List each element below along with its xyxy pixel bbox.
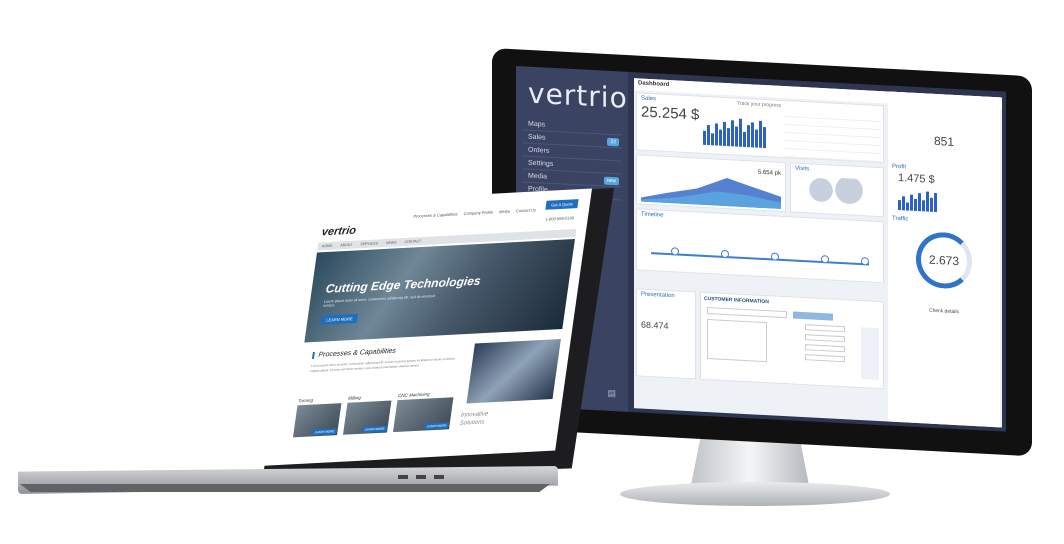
- capability-button[interactable]: LEARN MORE: [312, 428, 337, 436]
- menu-home[interactable]: HOME: [322, 244, 333, 249]
- sales-panel: Sales 25.254 $ Track your progress: [636, 92, 884, 164]
- visits-value: 5.654 pk: [757, 169, 781, 177]
- timeline-point[interactable]: [771, 252, 779, 261]
- dashboard-logo: vertrio: [528, 76, 628, 115]
- topnav-contact[interactable]: Contact Us: [516, 207, 536, 213]
- sales-badge: 22: [607, 137, 619, 147]
- section-text: Lorem ipsum dolor sit amet, consectetur …: [309, 356, 455, 374]
- timeline-point[interactable]: [721, 249, 729, 259]
- timeline-panel: Timeline: [636, 208, 884, 284]
- capability-card[interactable]: Turning LEARN MORE: [292, 396, 342, 438]
- monitor-stand-base: [620, 482, 890, 506]
- capability-button[interactable]: LEARN MORE: [362, 425, 387, 433]
- hero-banner: Cutting Edge Technologies Lorem ipsum do…: [304, 239, 575, 343]
- visits-area-chart: [641, 178, 781, 209]
- customer-card: [707, 319, 767, 363]
- dashboard-right-column: 851 Profit 1.475 $ Traffic 2.673 Check d…: [888, 91, 1000, 428]
- capability-image: LEARN MORE: [292, 403, 342, 438]
- world-map-panel: Visits: [790, 162, 884, 218]
- hero-subtitle: Lorem ipsum dolor sit amet, consectetur …: [323, 293, 436, 308]
- visits-chart-panel: 5.654 pk: [636, 154, 786, 213]
- get-quote-button[interactable]: Get A Quote: [545, 199, 579, 210]
- customer-field[interactable]: [805, 354, 845, 363]
- capability-card[interactable]: Milling LEARN MORE: [342, 394, 392, 435]
- customer-field[interactable]: [805, 334, 845, 343]
- presentation-panel: Presentation 68.474: [636, 288, 696, 380]
- traffic-donut: 2.673: [916, 230, 972, 290]
- timeline-point[interactable]: [821, 254, 829, 264]
- hero-learn-more-button[interactable]: LEARN MORE: [320, 313, 359, 325]
- laptop-website: vertrio Processes & Capabilities Company…: [259, 188, 592, 466]
- customer-search-button[interactable]: [793, 311, 833, 321]
- site-top-nav: Processes & Capabilities Company Profile…: [413, 207, 536, 218]
- laptop-foot: [20, 484, 550, 492]
- check-details-label[interactable]: Check details: [888, 305, 1000, 317]
- customer-field[interactable]: [805, 324, 845, 333]
- laptop-ports: [398, 475, 444, 479]
- menu-services[interactable]: SERVICES: [360, 241, 378, 246]
- capability-label: Milling: [347, 395, 362, 401]
- capability-card[interactable]: CNC Machining LEARN MORE: [392, 390, 454, 433]
- innovative-solutions-label: Innovative Solutions: [459, 411, 489, 427]
- menu-contact[interactable]: CONTACT: [404, 239, 421, 244]
- menu-about[interactable]: ABOUT: [340, 243, 353, 248]
- timeline-point[interactable]: [861, 257, 869, 266]
- menu-news[interactable]: NEWS: [386, 240, 397, 245]
- timeline-point[interactable]: [671, 247, 679, 256]
- media-badge: new: [603, 176, 619, 186]
- topnav-processes[interactable]: Processes & Capabilities: [413, 211, 458, 218]
- site-phone: 1-800-555-0199: [545, 215, 575, 222]
- timeline-track: [651, 252, 869, 266]
- presentation-value: 68.474: [641, 319, 669, 331]
- traffic-value: 2.673: [928, 252, 960, 269]
- section-title: Processes & Capabilities: [311, 347, 397, 360]
- social-value: 851: [933, 133, 955, 149]
- customer-search-input[interactable]: [707, 307, 787, 319]
- site-logo[interactable]: vertrio: [321, 225, 357, 239]
- capability-image: LEARN MORE: [392, 397, 454, 433]
- traffic-title: Traffic: [892, 215, 909, 223]
- customer-field[interactable]: [805, 344, 845, 353]
- customer-action-column: [861, 327, 879, 381]
- world-map: [797, 175, 877, 206]
- sales-bar-chart: [703, 115, 766, 149]
- hero-title: Cutting Edge Technologies: [324, 273, 482, 296]
- capability-label: Turning: [297, 397, 314, 404]
- topnav-media[interactable]: Media: [499, 209, 511, 215]
- sales-list: [785, 109, 881, 163]
- profit-bar-chart: [898, 188, 990, 215]
- topnav-company[interactable]: Company Profile: [463, 210, 493, 217]
- customer-info-panel: CUSTOMER INFORMATION: [700, 291, 884, 390]
- document-icon[interactable]: ▤: [607, 388, 616, 401]
- machining-image: [466, 339, 561, 404]
- capability-button[interactable]: LEARN MORE: [424, 422, 449, 430]
- capability-image: LEARN MORE: [342, 400, 392, 435]
